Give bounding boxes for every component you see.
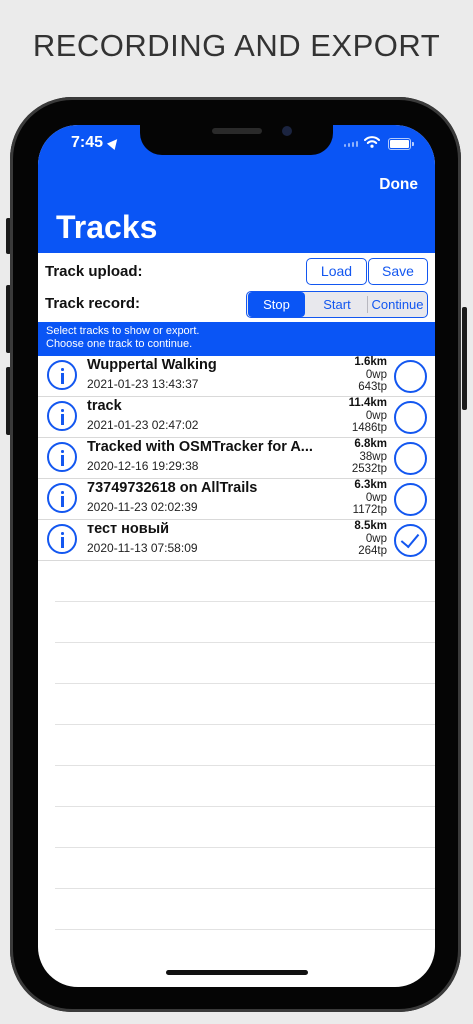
track-name: track xyxy=(87,398,122,414)
track-stats: 11.4km 0wp 1486tp xyxy=(349,397,387,435)
empty-row-separator xyxy=(55,765,435,766)
track-name: Tracked with OSMTracker for A... xyxy=(87,439,313,455)
empty-row-separator xyxy=(55,683,435,684)
notch xyxy=(140,125,333,155)
select-circle-icon[interactable] xyxy=(394,360,427,393)
segment-stop[interactable]: Stop xyxy=(248,292,305,317)
track-distance: 8.5km xyxy=(354,520,387,532)
track-trackpoints: 264tp xyxy=(358,545,387,557)
track-date: 2020-11-23 02:02:39 xyxy=(87,500,198,514)
empty-row-separator xyxy=(55,806,435,807)
record-segmented-control: Stop Start Continue xyxy=(246,291,428,318)
track-distance: 11.4km xyxy=(348,397,387,409)
front-camera xyxy=(282,126,292,136)
track-stats: 1.6km 0wp 643tp xyxy=(354,356,387,394)
track-list: Wuppertal Walking 2021-01-23 13:43:37 1.… xyxy=(38,356,435,561)
screenshot-caption: RECORDING AND EXPORT xyxy=(32,28,441,63)
track-name: 73749732618 on AllTrails xyxy=(87,480,258,496)
page-title: Tracks xyxy=(56,209,158,245)
home-indicator[interactable] xyxy=(166,970,308,975)
track-waypoints: 0wp xyxy=(365,409,387,422)
track-upload-row: Track upload: Load Save xyxy=(38,256,435,288)
empty-row-separator xyxy=(55,642,435,643)
track-trackpoints: 2532tp xyxy=(351,463,387,475)
track-stats: 6.3km 0wp 1172tp xyxy=(353,479,387,517)
info-icon[interactable] xyxy=(47,483,77,513)
save-button[interactable]: Save xyxy=(368,258,428,285)
track-trackpoints: 1172tp xyxy=(352,504,387,516)
track-date: 2021-01-23 02:47:02 xyxy=(87,418,199,432)
track-row[interactable]: Tracked with OSMTracker for A... 2020-12… xyxy=(38,438,435,479)
wifi-icon xyxy=(364,136,380,148)
track-name: Wuppertal Walking xyxy=(87,357,217,373)
info-icon[interactable] xyxy=(47,401,77,431)
track-waypoints: 0wp xyxy=(365,368,387,381)
track-distance: 6.8km xyxy=(354,438,387,450)
track-stats: 8.5km 0wp 264tp xyxy=(354,520,387,558)
track-row[interactable]: track 2021-01-23 02:47:02 11.4km 0wp 148… xyxy=(38,397,435,438)
checkmark-glyph xyxy=(400,528,420,549)
checkmark-icon[interactable] xyxy=(394,524,427,557)
empty-row-separator xyxy=(55,601,435,602)
track-distance: 1.6km xyxy=(354,356,387,368)
track-distance: 6.3km xyxy=(354,479,387,491)
track-date: 2021-01-23 13:43:37 xyxy=(87,377,199,391)
app-screen: 7:45 Done Tracks Track upload: Load Save… xyxy=(38,125,435,987)
select-circle-icon[interactable] xyxy=(394,442,427,475)
track-row[interactable]: 73749732618 on AllTrails 2020-11-23 02:0… xyxy=(38,479,435,520)
segment-start[interactable]: Start xyxy=(307,292,367,317)
empty-row-separator xyxy=(55,929,435,930)
track-waypoints: 0wp xyxy=(365,491,387,504)
cellular-signal-icon xyxy=(344,141,358,147)
info-icon[interactable] xyxy=(47,524,77,554)
power-button xyxy=(462,307,467,410)
segment-continue[interactable]: Continue xyxy=(368,292,427,317)
hint-line-1: Select tracks to show or export. xyxy=(46,325,200,337)
track-waypoints: 38wp xyxy=(359,450,388,463)
info-icon[interactable] xyxy=(47,360,77,390)
instruction-banner: Select tracks to show or export. Choose … xyxy=(38,322,435,356)
battery-icon xyxy=(388,138,414,150)
done-button[interactable]: Done xyxy=(379,176,418,194)
track-date: 2020-12-16 19:29:38 xyxy=(87,459,199,473)
empty-row-separator xyxy=(55,888,435,889)
track-trackpoints: 1486tp xyxy=(351,422,387,434)
track-stats: 6.8km 38wp 2532tp xyxy=(352,438,387,476)
track-upload-label: Track upload: xyxy=(45,263,143,280)
info-icon[interactable] xyxy=(47,442,77,472)
track-row[interactable]: тест новый 2020-11-13 07:58:09 8.5km 0wp… xyxy=(38,520,435,561)
track-waypoints: 0wp xyxy=(365,532,387,545)
empty-row-separator xyxy=(55,847,435,848)
location-arrow-icon xyxy=(106,135,122,151)
track-date: 2020-11-13 07:58:09 xyxy=(87,541,198,555)
track-record-label: Track record: xyxy=(45,295,141,312)
select-circle-icon[interactable] xyxy=(394,483,427,516)
load-button[interactable]: Load xyxy=(306,258,367,285)
speaker-grille xyxy=(212,128,262,134)
track-row[interactable]: Wuppertal Walking 2021-01-23 13:43:37 1.… xyxy=(38,356,435,397)
status-time: 7:45 xyxy=(71,134,104,151)
empty-row-separator xyxy=(55,724,435,725)
select-circle-icon[interactable] xyxy=(394,401,427,434)
hint-line-2: Choose one track to continue. xyxy=(46,337,193,350)
track-trackpoints: 643tp xyxy=(358,381,387,393)
track-name: тест новый xyxy=(87,521,169,537)
